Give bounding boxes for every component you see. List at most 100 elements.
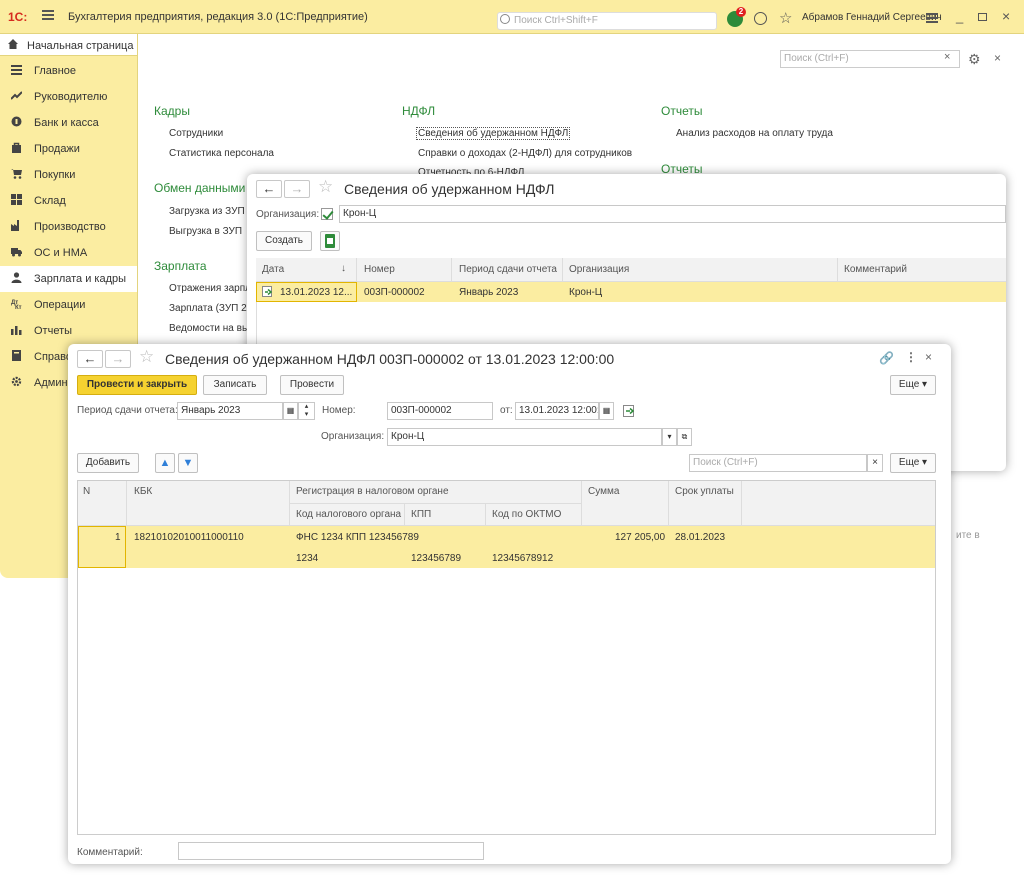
- link-export-zup[interactable]: Выгрузка в ЗУП: [169, 226, 242, 237]
- clear-search-icon[interactable]: ×: [944, 51, 950, 63]
- post-button[interactable]: Провести: [280, 375, 344, 395]
- number-input[interactable]: 003П-000002: [387, 402, 493, 420]
- row-period: Январь 2023: [459, 287, 519, 298]
- more-button[interactable]: Еще ▾: [890, 375, 936, 395]
- col-sum[interactable]: Сумма: [588, 486, 619, 497]
- col-oktmo[interactable]: Код по ОКТМО: [492, 509, 561, 520]
- col-number[interactable]: Номер: [364, 264, 395, 275]
- org-input[interactable]: Крон-Ц: [387, 428, 662, 446]
- sidebar-item-bank[interactable]: Банк и касса: [0, 110, 137, 136]
- sidebar-item-salary[interactable]: Зарплата и кадры: [0, 266, 137, 292]
- home-icon: [8, 39, 18, 49]
- col-kpp[interactable]: КПП: [411, 509, 431, 520]
- minimize-icon[interactable]: _: [956, 9, 963, 24]
- link-ndfl-withheld[interactable]: Сведения об удержанном НДФЛ: [415, 127, 571, 140]
- move-down-icon[interactable]: ▼: [178, 453, 198, 473]
- date-input[interactable]: 13.01.2023 12:00:00: [515, 402, 599, 420]
- table-more-label: Еще: [898, 457, 920, 468]
- move-up-icon[interactable]: ▲: [155, 453, 175, 473]
- settings-menu-icon[interactable]: [926, 13, 938, 23]
- home-close-icon[interactable]: ×: [994, 51, 1001, 65]
- col-tax-office-code[interactable]: Код налогового органа: [296, 509, 401, 520]
- svg-text:Кт: Кт: [15, 305, 22, 309]
- date-calendar-icon[interactable]: ▦: [599, 402, 614, 420]
- col-divider: [356, 258, 357, 282]
- clear-search-icon[interactable]: ×: [867, 454, 883, 472]
- back-button[interactable]: ←: [77, 350, 103, 368]
- back-button[interactable]: ←: [256, 180, 282, 198]
- history-icon[interactable]: [754, 12, 767, 25]
- home-settings-gear-icon[interactable]: ⚙: [968, 51, 981, 68]
- sidebar-item-warehouse[interactable]: Склад: [0, 188, 137, 214]
- close-window-icon[interactable]: ×: [925, 350, 932, 364]
- restore-icon[interactable]: [978, 13, 987, 21]
- favorites-star-icon[interactable]: ☆: [779, 9, 792, 27]
- add-row-button[interactable]: Добавить: [77, 453, 139, 473]
- table-more-button[interactable]: Еще ▾: [890, 453, 936, 473]
- col-comment[interactable]: Комментарий: [844, 264, 907, 275]
- sidebar-item-production[interactable]: Производство: [0, 214, 137, 240]
- row-kbk: 18210102010011000110: [134, 532, 244, 543]
- period-input[interactable]: Январь 2023: [177, 402, 283, 420]
- org-filter-checkbox[interactable]: [321, 208, 333, 220]
- col-due-date[interactable]: Срок уплаты: [675, 486, 734, 497]
- col-divider: [837, 258, 838, 282]
- app-title: Бухгалтерия предприятия, редакция 3.0 (1…: [68, 11, 368, 23]
- table-search-input[interactable]: Поиск (Ctrl+F): [689, 454, 867, 472]
- create-button[interactable]: Создать: [256, 231, 312, 251]
- link-2ndfl[interactable]: Справки о доходах (2-НДФЛ) для сотрудник…: [418, 148, 632, 159]
- home-search-placeholder: Поиск (Ctrl+F): [784, 53, 849, 64]
- row-date: 13.01.2023 12...: [280, 287, 353, 298]
- row-org: Крон-Ц: [569, 287, 603, 298]
- favorite-star-icon[interactable]: ☆: [318, 177, 333, 197]
- cart-icon: [11, 169, 22, 179]
- bar-chart-icon: [11, 326, 22, 335]
- calendar-icon[interactable]: ▦: [283, 402, 298, 420]
- post-and-close-button[interactable]: Провести и закрыть: [77, 375, 197, 395]
- link-staff-stats[interactable]: Статистика персонала: [169, 148, 274, 159]
- col-org[interactable]: Организация: [569, 264, 629, 275]
- col-divider: [581, 481, 582, 526]
- link-import-zup[interactable]: Загрузка из ЗУП: [169, 206, 245, 217]
- excel-export-button[interactable]: [320, 231, 340, 251]
- sidebar-item-main[interactable]: Главное: [0, 58, 137, 84]
- warehouse-icon: [11, 194, 22, 205]
- sidebar-item-assets[interactable]: ОС и НМА: [0, 240, 137, 266]
- sidebar-item-purchases[interactable]: Покупки: [0, 162, 137, 188]
- sidebar-item-director[interactable]: Руководителю: [0, 84, 137, 110]
- sort-desc-icon[interactable]: ↓: [341, 263, 346, 274]
- link-labor-cost-analysis[interactable]: Анализ расходов на оплату труда: [676, 128, 833, 139]
- gear-icon: [11, 376, 22, 387]
- org-filter-label: Организация:: [256, 209, 320, 220]
- more-button-label: Еще: [898, 379, 920, 390]
- org-dropdown-icon[interactable]: ▾: [662, 428, 677, 446]
- sidebar-item-operations[interactable]: Дт Кт Операции: [0, 292, 137, 318]
- col-divider: [126, 481, 127, 526]
- forward-button[interactable]: →: [105, 350, 131, 368]
- col-divider: [562, 258, 563, 282]
- favorite-star-icon[interactable]: ☆: [139, 347, 154, 367]
- org-open-icon[interactable]: ⧉: [677, 428, 692, 446]
- close-app-icon[interactable]: ×: [1002, 8, 1010, 24]
- col-n[interactable]: N: [83, 486, 90, 497]
- sidebar-item-reports[interactable]: Отчеты: [0, 318, 137, 344]
- col-period[interactable]: Период сдачи отчета: [459, 264, 557, 275]
- period-spin-icon[interactable]: ▴ ▾: [298, 402, 315, 420]
- row-due-date: 28.01.2023: [675, 532, 726, 543]
- col-date[interactable]: Дата: [262, 264, 284, 275]
- comment-input[interactable]: [178, 842, 484, 860]
- sidebar-item-sales[interactable]: Продажи: [0, 136, 137, 162]
- user-name[interactable]: Абрамов Геннадий Сергеевич: [802, 12, 942, 23]
- link-employees[interactable]: Сотрудники: [169, 128, 223, 139]
- col-divider: [668, 481, 669, 526]
- link-salary-zup25[interactable]: Зарплата (ЗУП 2.5): [169, 303, 258, 314]
- period-label: Период сдачи отчета:: [77, 405, 178, 416]
- col-registration[interactable]: Регистрация в налоговом органе: [296, 486, 449, 497]
- org-filter-input[interactable]: Крон-Ц: [339, 205, 1006, 223]
- forward-button[interactable]: →: [284, 180, 310, 198]
- more-actions-icon[interactable]: ⋮: [905, 350, 917, 364]
- col-kbk[interactable]: КБК: [134, 486, 152, 497]
- main-menu-icon[interactable]: [42, 10, 54, 20]
- save-button[interactable]: Записать: [203, 375, 267, 395]
- link-icon[interactable]: 🔗: [879, 351, 894, 365]
